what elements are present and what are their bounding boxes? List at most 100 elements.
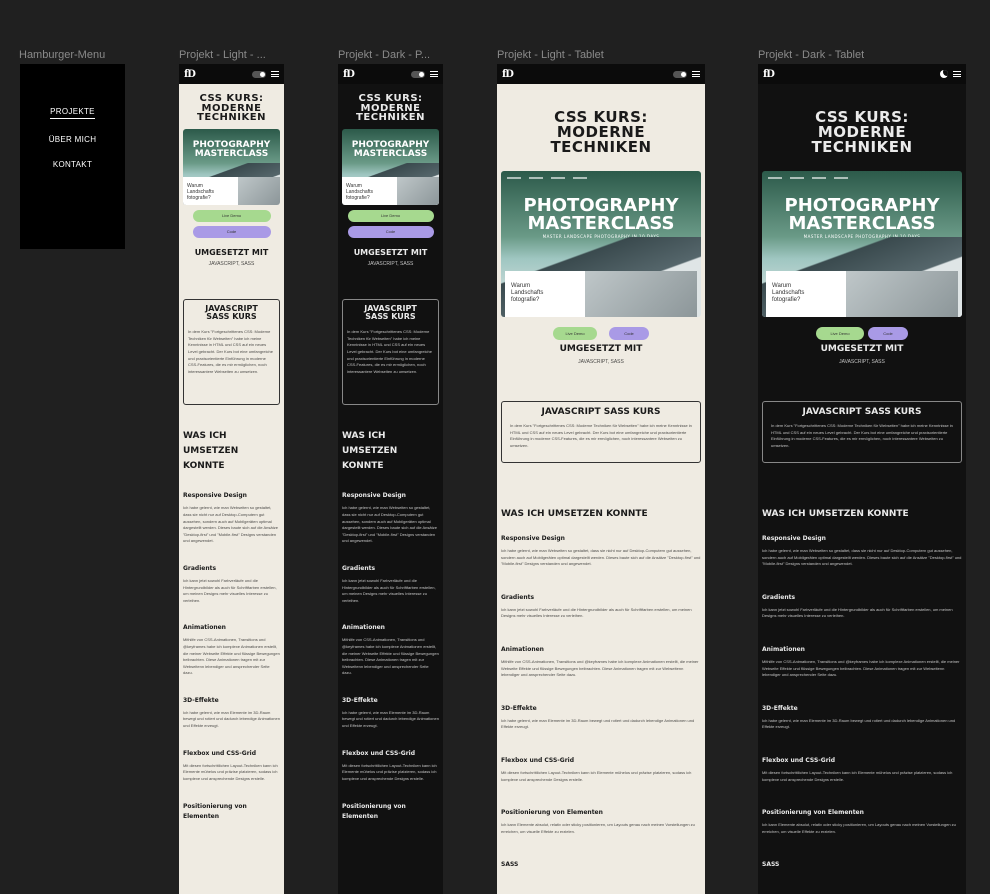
hamburger-menu-frame: PROJEKTE ÜBER MICH KONTAKT [20, 64, 125, 249]
frame-label-menu: Hamburger-Menu [19, 49, 106, 61]
section-text: Ich habe gelernt, wie man Elemente im 3D… [501, 717, 695, 730]
course-text: In dem Kurs "Fortgeschrittenes CSS: Mode… [188, 329, 273, 374]
course-title: JAVASCRIPT SASS KURS [541, 407, 661, 417]
learned-title: WAS ICH UMSETZEN KONNTE [501, 509, 648, 519]
section-title: 3D-Effekte [501, 704, 537, 712]
code-button[interactable]: Code [347, 225, 434, 238]
section-text: Ich kann Elemente absolut, relativ oder … [762, 822, 956, 834]
hero-heading: PHOTOGRAPHY MASTERCLASS [351, 139, 430, 159]
header: fD [758, 64, 966, 84]
section-title: Responsive Design [183, 492, 247, 500]
learned-title: WAS ICH UMSETZEN KONNTE [762, 509, 909, 519]
logo[interactable]: fD [763, 69, 775, 80]
hero-heading: PHOTOGRAPHY MASTERCLASS [192, 139, 271, 159]
section-title: Gradients [342, 564, 376, 572]
project-screenshot: PHOTOGRAPHY MASTERCLASS Warum Landschaft… [183, 128, 280, 205]
card-text: Warum Landschafts fotografie? [772, 283, 805, 304]
hero-heading: PHOTOGRAPHY MASTERCLASS [784, 195, 940, 234]
dark-mode-moon-icon[interactable] [940, 70, 948, 78]
learned-sections: Responsive Design Ich habe gelernt, wie … [758, 535, 966, 868]
frame-label-dark-tablet: Projekt - Dark - Tablet [758, 49, 865, 61]
menu-list: PROJEKTE ÜBER MICH KONTAKT [20, 64, 125, 169]
section-title: SASS [501, 861, 519, 869]
learned-sections: Responsive Design Ich habe gelernt, wie … [497, 535, 705, 868]
course-text: In dem Kurs "Fortgeschrittenes CSS: Mode… [771, 423, 953, 448]
project-screenshot: PHOTOGRAPHY MASTERCLASS MASTER LANDSCAPE… [501, 171, 701, 317]
theme-toggle-icon[interactable] [411, 70, 425, 78]
card-text: Warum Landschafts fotografie? [187, 182, 214, 201]
card-text: Warum Landschafts fotografie? [346, 182, 373, 201]
logo[interactable]: fD [184, 69, 196, 80]
course-box: JAVASCRIPT SASS KURS In dem Kurs "Fortge… [183, 298, 280, 405]
hero-heading: PHOTOGRAPHY MASTERCLASS [523, 195, 679, 234]
section-text: Ich habe gelernt, wie man Webseiten so g… [183, 505, 278, 544]
hamburger-icon[interactable] [692, 71, 700, 77]
built-with-title: UMGESETZT MIT [353, 247, 428, 257]
section-title: Gradients [762, 593, 796, 601]
logo[interactable]: fD [502, 69, 514, 80]
header: fD [179, 64, 284, 84]
light-mobile-frame: fD CSS KURS: MODERNE TECHNIKEN PHOTOGRAP… [179, 64, 284, 894]
built-with-title: UMGESETZT MIT [820, 344, 904, 354]
section-title: Positionierung von Elementen [762, 809, 864, 817]
page-title: CSS KURS: MODERNE TECHNIKEN [550, 108, 652, 156]
section-text: Ich habe gelernt, wie man Webseiten so g… [342, 505, 437, 544]
code-button[interactable]: Code [609, 327, 649, 340]
section-title: Responsive Design [342, 492, 406, 500]
section-text: Mit diesen fortschrittlichen Layout-Tech… [501, 769, 692, 782]
dark-mobile-frame: fD CSS KURS: MODERNE TECHNIKEN PHOTOGRAP… [338, 64, 443, 894]
hamburger-icon[interactable] [953, 71, 961, 77]
section-title: 3D-Effekte [762, 704, 798, 712]
theme-toggle-icon[interactable] [252, 70, 266, 78]
frame-label-light-tablet: Projekt - Light - Tablet [497, 49, 604, 61]
logo[interactable]: fD [343, 69, 355, 80]
section-text: Mithilfe von CSS-Animationen, Transition… [183, 637, 280, 676]
menu-item-ueber-mich[interactable]: ÜBER MICH [49, 135, 97, 144]
section-title: Responsive Design [501, 535, 565, 542]
section-title: Flexbox und CSS-Grid [183, 749, 257, 757]
section-text: Mithilfe von CSS-Animationen, Transition… [762, 658, 960, 678]
built-with-title: UMGESETZT MIT [194, 247, 269, 257]
live-demo-button[interactable]: Live Demo [347, 209, 434, 222]
section-title: Animationen [501, 645, 544, 653]
theme-toggle-icon[interactable] [673, 70, 687, 78]
section-title: Positionierung von Elementen [183, 803, 247, 821]
section-text: Ich kann jetzt sowohl Farbverläufe und d… [342, 577, 436, 603]
course-box: JAVASCRIPT SASS KURS In dem Kurs "Fortge… [501, 401, 701, 463]
section-title: SASS [762, 861, 780, 869]
header: fD [338, 64, 443, 84]
menu-item-projekte[interactable]: PROJEKTE [50, 107, 95, 119]
live-demo-button[interactable]: Live Demo [816, 327, 864, 340]
hamburger-icon[interactable] [271, 71, 279, 77]
live-demo-button[interactable]: Live Demo [553, 327, 597, 340]
section-text: Ich kann jetzt sowohl Farbverläufe und d… [501, 606, 692, 619]
section-text: Ich kann Elemente absolut, relativ oder … [501, 822, 695, 834]
light-tablet-frame: fD CSS KURS: MODERNE TECHNIKEN PHOTOGRAP… [497, 64, 705, 894]
section-title: Positionierung von Elementen [342, 803, 406, 821]
code-button[interactable]: Code [192, 225, 271, 238]
learned-title: WAS ICH UMSETZEN KONNTE [342, 430, 398, 472]
course-text: In dem Kurs "Fortgeschrittenes CSS: Mode… [347, 329, 432, 374]
course-text: In dem Kurs "Fortgeschrittenes CSS: Mode… [510, 423, 692, 448]
live-demo-button[interactable]: Live Demo [192, 209, 271, 222]
course-box: JAVASCRIPT SASS KURS In dem Kurs "Fortge… [762, 401, 962, 463]
course-title: JAVASCRIPT SASS KURS [205, 303, 258, 321]
header: fD [497, 64, 705, 84]
section-text: Mit diesen fortschrittlichen Layout-Tech… [342, 762, 437, 781]
section-text: Mit diesen fortschrittlichen Layout-Tech… [762, 769, 953, 782]
section-text: Ich kann jetzt sowohl Farbverläufe und d… [183, 577, 277, 603]
section-text: Ich habe gelernt, wie man Webseiten so g… [762, 548, 962, 567]
card-text: Warum Landschafts fotografie? [511, 283, 544, 304]
section-text: Mithilfe von CSS-Animationen, Transition… [501, 658, 699, 678]
code-button[interactable]: Code [868, 327, 908, 340]
section-text: Ich habe gelernt, wie man Elemente im 3D… [183, 709, 280, 729]
page-title: CSS KURS: MODERNE TECHNIKEN [811, 108, 913, 156]
menu-item-kontakt[interactable]: KONTAKT [53, 160, 92, 169]
frame-label-dark-mobile: Projekt - Dark - P... [338, 49, 431, 61]
learned-title: WAS ICH UMSETZEN KONNTE [183, 430, 239, 472]
section-title: Flexbox und CSS-Grid [342, 749, 416, 757]
frame-label-light-mobile: Projekt - Light - ... [179, 49, 266, 61]
section-text: Ich habe gelernt, wie man Webseiten so g… [501, 548, 701, 567]
hamburger-icon[interactable] [430, 71, 438, 77]
dark-tablet-frame: fD CSS KURS: MODERNE TECHNIKEN PHOTOGRAP… [758, 64, 966, 894]
